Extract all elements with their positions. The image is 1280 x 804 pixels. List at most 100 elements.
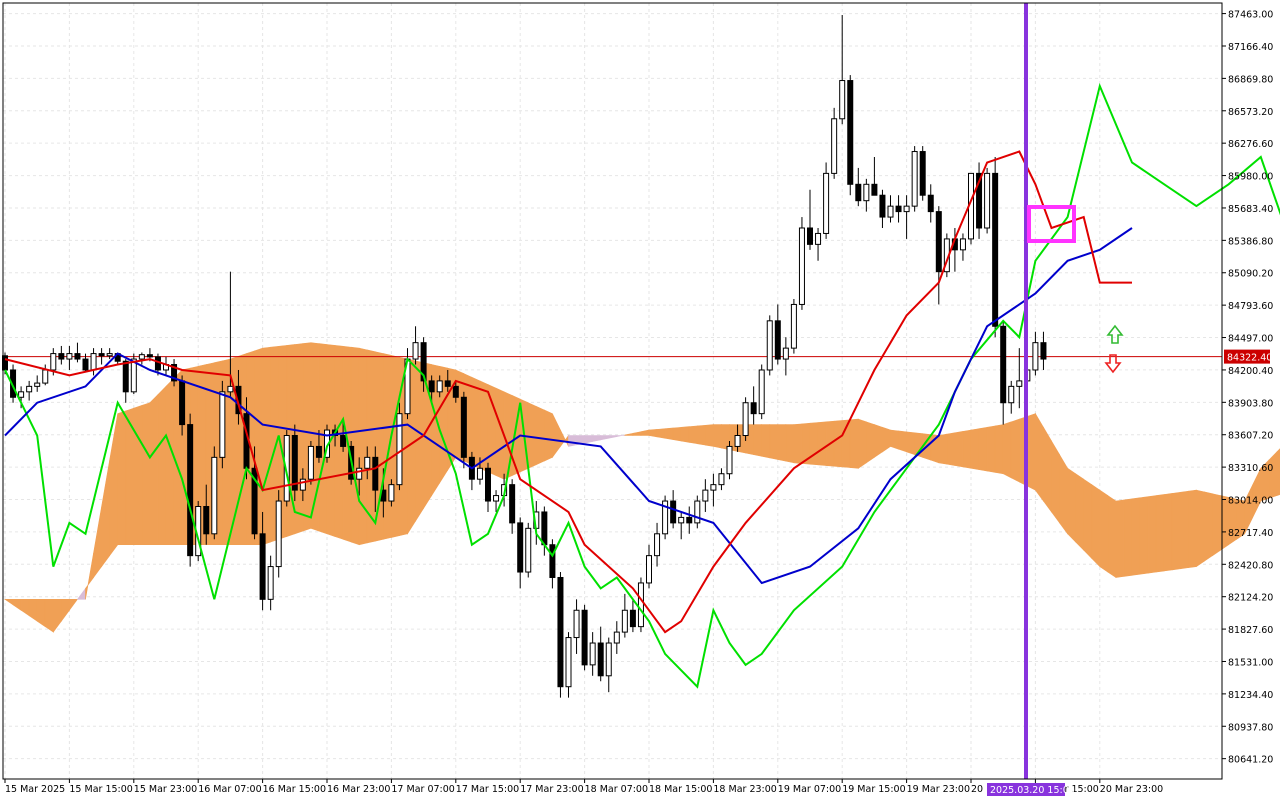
- kumo-cloud-segment: [1059, 453, 1068, 535]
- y-axis-label: 84200.40: [1228, 366, 1273, 377]
- candle: [959, 238, 966, 251]
- kumo-cloud-segment: [302, 342, 312, 532]
- candle: [396, 413, 403, 486]
- kumo-cloud-segment: [1002, 421, 1012, 479]
- kumo-cloud-segment: [777, 424, 787, 462]
- candle: [476, 467, 483, 480]
- candle: [356, 467, 363, 480]
- kumo-cloud-segment: [1043, 426, 1052, 513]
- kumo-cloud-segment: [761, 424, 771, 459]
- kumo-cloud-segment: [962, 429, 972, 469]
- kumo-cloud-segment: [809, 422, 819, 466]
- chart-svg[interactable]: 87463.00 87166.40 86869.80 86573.20 86276.60…: [0, 0, 1280, 800]
- x-axis-label: 15 Mar 2025: [5, 784, 65, 795]
- candle: [74, 353, 81, 360]
- candle: [299, 478, 306, 491]
- candle: [444, 380, 451, 387]
- candle: [412, 342, 419, 360]
- kumo-cloud-segment: [688, 425, 698, 445]
- y-axis-label: 80641.20: [1228, 755, 1273, 766]
- candle: [493, 495, 500, 502]
- candle: [50, 353, 57, 371]
- kumo-cloud-segment: [1067, 467, 1076, 543]
- candle: [790, 303, 797, 349]
- y-axis-label: 81531.00: [1228, 657, 1273, 668]
- kumo-cloud-segment: [527, 402, 537, 469]
- candle: [98, 353, 105, 357]
- candle: [911, 151, 918, 207]
- candle: [259, 533, 266, 600]
- candle: [798, 227, 805, 305]
- kumo-cloud-segment: [1204, 491, 1213, 562]
- candle: [146, 354, 153, 358]
- x-axis-label: 17 Mar 07:00: [391, 784, 454, 795]
- kumo-cloud-segment: [117, 410, 127, 546]
- price-chart[interactable]: 87463.00 87166.40 86869.80 86573.20 86276.60…: [0, 0, 1280, 800]
- candle: [549, 544, 556, 578]
- candle: [340, 435, 347, 447]
- kumo-cloud-segment: [503, 391, 513, 480]
- candle: [275, 500, 282, 568]
- x-axis-label: 18 Mar 07:00: [585, 784, 648, 795]
- y-axis-label: 85090.20: [1228, 269, 1273, 280]
- candle: [203, 505, 210, 535]
- candle: [823, 172, 830, 234]
- kumo-cloud-segment: [1139, 496, 1149, 575]
- candle: [678, 516, 685, 524]
- candle: [364, 456, 371, 469]
- kumo-cloud-segment: [584, 435, 593, 444]
- candle: [992, 172, 999, 327]
- x-axis-label: 16 Mar 07:00: [198, 784, 261, 795]
- y-axis-label: 83310.60: [1228, 463, 1273, 474]
- candle: [782, 347, 789, 360]
- kumo-cloud-segment: [141, 402, 151, 546]
- kumo-cloud-segment: [1155, 494, 1165, 573]
- candle: [525, 527, 532, 573]
- candle: [307, 445, 314, 480]
- candle: [460, 396, 467, 458]
- candle: [388, 484, 395, 502]
- y-axis-label: 87463.00: [1228, 10, 1273, 21]
- kumo-cloud-segment: [1091, 484, 1101, 568]
- kumo-cloud-segment: [1075, 473, 1084, 551]
- kumo-cloud-segment: [938, 433, 948, 465]
- y-axis-label: 82124.20: [1228, 593, 1273, 604]
- candle: [629, 609, 636, 628]
- candle: [605, 642, 612, 677]
- candle: [927, 194, 934, 213]
- x-axis-label: 15 Mar 23:00: [134, 784, 197, 795]
- candle: [557, 576, 564, 688]
- kumo-cloud-segment: [358, 347, 368, 546]
- kumo-cloud-segment: [1180, 490, 1189, 570]
- kumo-cloud-segment: [954, 431, 964, 468]
- candle: [726, 445, 733, 475]
- x-axis-label: 18 Mar 15:00: [649, 784, 712, 795]
- kumo-cloud-segment: [946, 432, 956, 466]
- kumo-cloud-segment: [970, 428, 980, 470]
- kumo-cloud-segment: [1027, 413, 1036, 491]
- candle: [847, 80, 854, 185]
- y-axis-label: 83014.00: [1228, 496, 1273, 507]
- y-axis-label: 85386.80: [1228, 236, 1273, 247]
- kumo-cloud-segment: [978, 426, 988, 472]
- candle: [106, 353, 113, 357]
- candle: [774, 320, 781, 360]
- kumo-cloud-segment: [672, 426, 682, 442]
- y-axis-label: 82717.40: [1228, 528, 1273, 539]
- candle: [436, 380, 443, 393]
- kumo-cloud-segment: [44, 599, 54, 633]
- candle: [1032, 342, 1039, 371]
- kumo-cloud-segment: [165, 377, 175, 546]
- candle: [686, 516, 693, 524]
- candle: [879, 194, 886, 218]
- candle: [1016, 380, 1023, 387]
- candle: [903, 205, 910, 213]
- candle: [734, 435, 741, 447]
- candle: [742, 402, 749, 437]
- kumo-cloud-segment: [1051, 439, 1060, 524]
- kumo-cloud-segment: [656, 428, 666, 439]
- candle: [372, 456, 379, 491]
- kumo-cloud-segment: [890, 429, 899, 450]
- candle: [42, 369, 49, 384]
- candle: [710, 484, 717, 491]
